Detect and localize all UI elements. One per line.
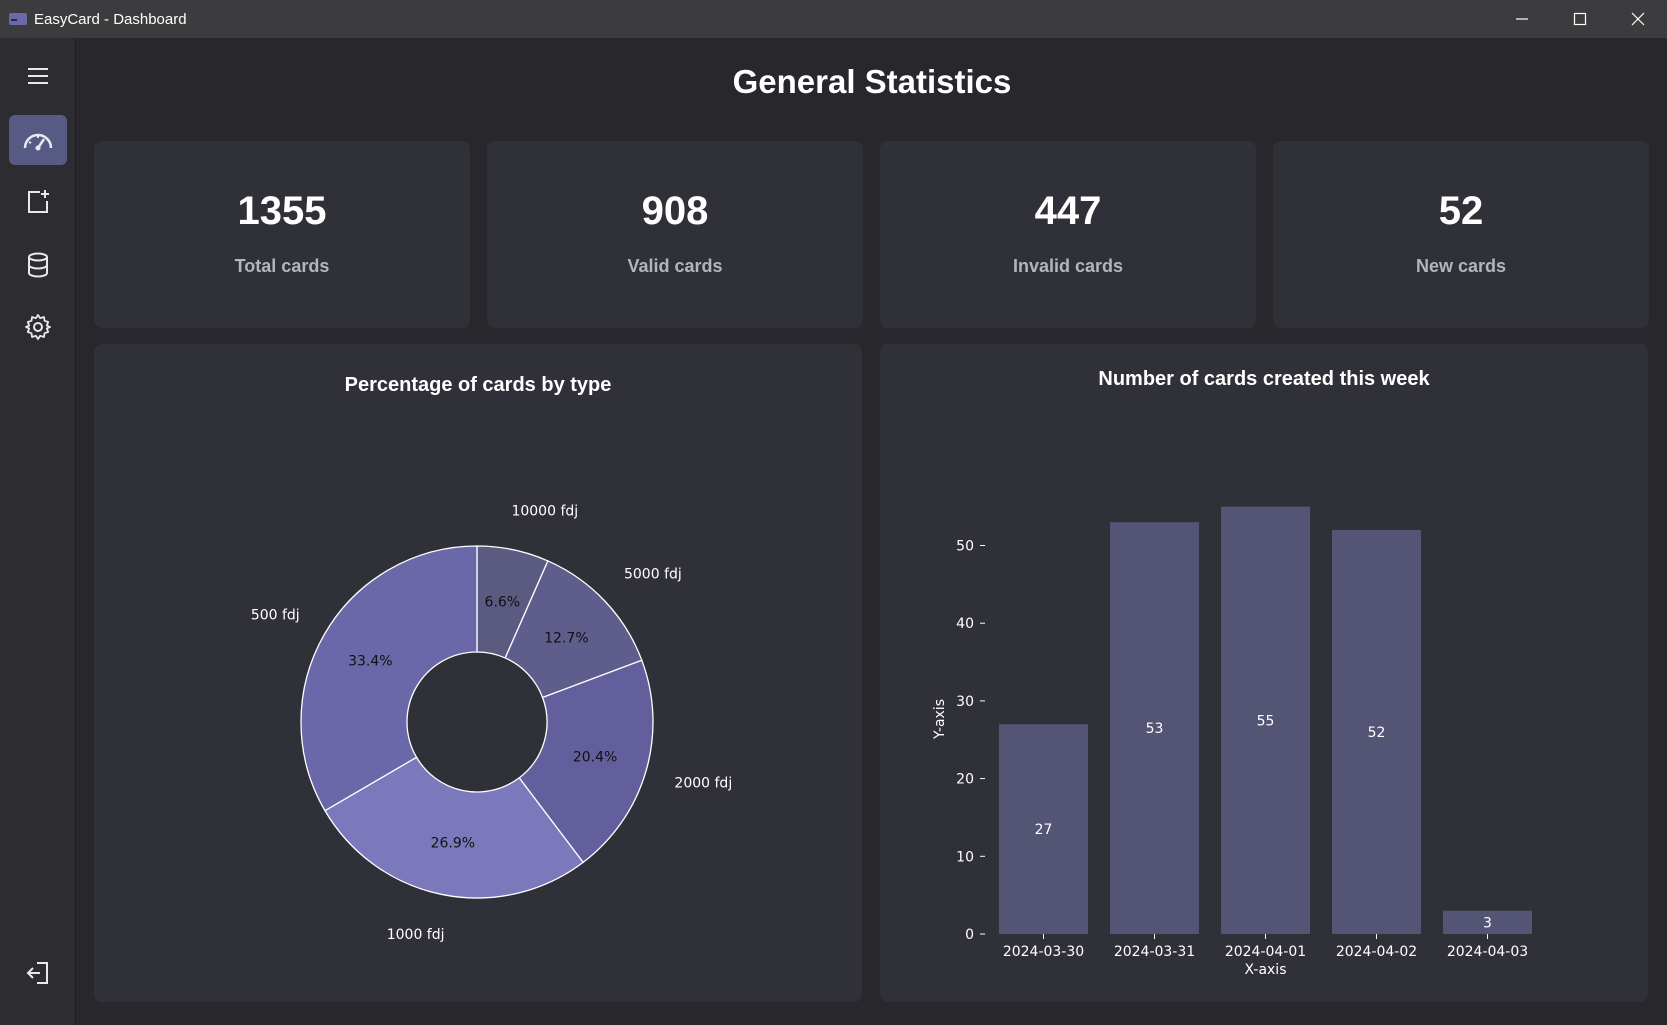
logout-icon xyxy=(26,962,48,984)
y-tick-label: 30 xyxy=(956,694,974,710)
menu-icon xyxy=(28,68,48,84)
stat-label: Invalid cards xyxy=(1012,256,1124,276)
bar-value-label: 52 xyxy=(1368,725,1386,741)
bar-value-label: 53 xyxy=(1146,721,1164,737)
x-tick-label: 2024-04-02 xyxy=(1336,944,1417,960)
stat-value: 447 xyxy=(1034,189,1102,233)
stat-card-new: 52 New cards xyxy=(1273,141,1649,328)
maximize-icon xyxy=(1573,12,1587,26)
add-card-icon xyxy=(28,190,49,213)
bar-value-label: 27 xyxy=(1035,822,1053,838)
page-title: General Statistics xyxy=(732,63,1012,100)
database-icon xyxy=(28,252,48,278)
stat-card-total: 1355 Total cards xyxy=(94,141,470,328)
y-tick-label: 10 xyxy=(956,849,974,865)
close-icon xyxy=(1631,12,1645,26)
minimize-icon xyxy=(1516,18,1528,20)
x-tick-label: 2024-03-30 xyxy=(1003,944,1084,960)
sidebar-item-database[interactable] xyxy=(9,240,67,290)
pie-category-label: 10000 fdj xyxy=(511,504,578,520)
maximize-button[interactable] xyxy=(1551,0,1609,38)
sidebar-item-add-card[interactable] xyxy=(9,177,67,227)
pie-slice xyxy=(300,545,478,812)
bar-value-label: 3 xyxy=(1483,915,1492,931)
sidebar-item-dashboard[interactable] xyxy=(9,115,67,165)
main-content: General Statistics 1355 Total cards 908 … xyxy=(77,38,1667,1025)
y-axis-label: Y-axis xyxy=(932,699,948,740)
app-card-icon xyxy=(9,13,27,25)
pie-value-label: 12.7% xyxy=(544,631,588,647)
stat-value: 52 xyxy=(1438,189,1484,233)
x-tick-label: 2024-04-03 xyxy=(1447,944,1528,960)
menu-toggle-button[interactable] xyxy=(9,51,67,101)
y-tick-label: 50 xyxy=(956,539,974,555)
bar-chart: 0 10 20 30 40 50 27 2024-03-30 53 2024-03-31 55 202… xyxy=(932,506,1532,978)
y-tick-label: 0 xyxy=(965,927,974,943)
pie-value-label: 6.6% xyxy=(485,595,521,611)
y-tick-label: 20 xyxy=(956,772,974,788)
x-axis-label: X-axis xyxy=(1245,962,1287,978)
pie-category-label: 2000 fdj xyxy=(674,775,732,791)
stat-label: Total cards xyxy=(234,256,330,276)
pie-category-label: 500 fdj xyxy=(251,607,300,623)
pie-value-label: 20.4% xyxy=(573,749,617,765)
logout-button[interactable] xyxy=(9,948,67,998)
window-controls xyxy=(1493,0,1667,38)
window-title: EasyCard - Dashboard xyxy=(34,10,187,28)
close-button[interactable] xyxy=(1609,0,1667,38)
dashboard-icon xyxy=(23,133,53,151)
pie-value-label: 33.4% xyxy=(348,654,392,670)
x-tick-label: 2024-03-31 xyxy=(1114,944,1195,960)
pie-category-label: 5000 fdj xyxy=(624,567,682,583)
stat-label: New cards xyxy=(1415,256,1507,276)
stat-value: 908 xyxy=(641,189,709,233)
pie-value-label: 26.9% xyxy=(431,836,475,852)
stat-card-valid: 908 Valid cards xyxy=(487,141,863,328)
pie-category-label: 1000 fdj xyxy=(387,927,445,943)
stat-card-invalid: 447 Invalid cards xyxy=(880,141,1256,328)
minimize-button[interactable] xyxy=(1493,0,1551,38)
settings-icon xyxy=(25,314,51,340)
stat-value: 1355 xyxy=(237,189,327,233)
sidebar xyxy=(0,38,76,1025)
pie-chart-panel: Percentage of cards by type 6.6% 10000 fd… xyxy=(94,344,862,1002)
stat-label: Valid cards xyxy=(627,256,723,276)
sidebar-item-settings[interactable] xyxy=(9,302,67,352)
pie-chart: 6.6% 10000 fdj 12.7% 5000 fdj 20.4% 2000 fdj 2… xyxy=(251,504,732,943)
x-tick-label: 2024-04-01 xyxy=(1225,944,1306,960)
bar-chart-panel: Number of cards created this week 0 10 20 3… xyxy=(880,344,1648,1002)
title-bar: EasyCard - Dashboard xyxy=(0,0,1667,38)
bar-value-label: 55 xyxy=(1257,713,1275,729)
y-tick-label: 40 xyxy=(956,616,974,632)
